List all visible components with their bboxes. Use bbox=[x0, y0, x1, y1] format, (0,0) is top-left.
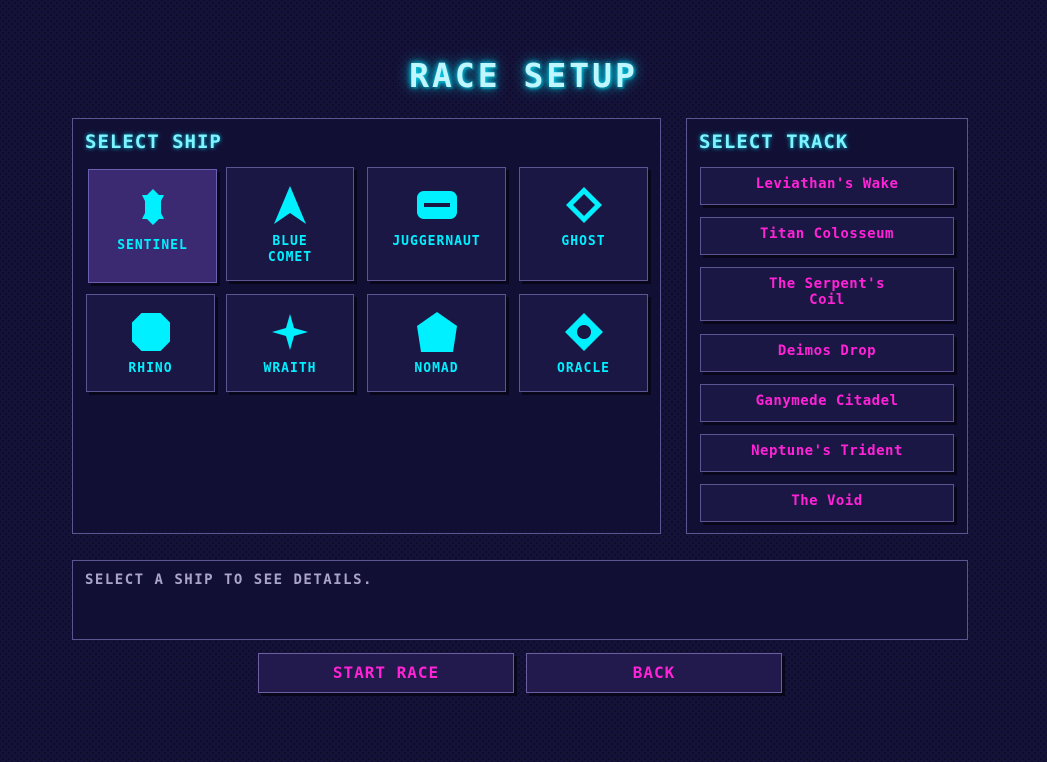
ship-card-oracle[interactable]: ORACLE bbox=[519, 294, 648, 392]
track-select-panel: SELECT TRACK Leviathan's Wake Titan Colo… bbox=[686, 118, 968, 534]
page-title: RACE SETUP bbox=[409, 56, 638, 95]
ship-card-juggernaut[interactable]: JUGGERNAUT bbox=[367, 167, 506, 281]
track-button[interactable]: The Void bbox=[700, 484, 954, 522]
sentinel-icon bbox=[89, 187, 216, 227]
pentagon-icon bbox=[368, 312, 505, 352]
ship-card-sentinel[interactable]: SENTINEL bbox=[88, 169, 217, 283]
four-point-star-icon bbox=[227, 312, 353, 352]
back-button[interactable]: BACK bbox=[526, 653, 782, 693]
track-button[interactable]: Ganymede Citadel bbox=[700, 384, 954, 422]
ship-select-panel: SELECT SHIP SENTINEL BLUE COMET JUGGERNA… bbox=[72, 118, 661, 534]
ship-card-wraith[interactable]: WRAITH bbox=[226, 294, 354, 392]
ship-name: JUGGERNAUT bbox=[392, 234, 481, 249]
ship-card-ghost[interactable]: GHOST bbox=[519, 167, 648, 281]
details-text: SELECT A SHIP TO SEE DETAILS. bbox=[85, 572, 373, 588]
track-panel-heading: SELECT TRACK bbox=[699, 131, 849, 153]
ship-name: ORACLE bbox=[557, 361, 610, 376]
ship-name: BLUE COMET bbox=[267, 234, 313, 265]
ship-card-blue-comet[interactable]: BLUE COMET bbox=[226, 167, 354, 281]
ship-name: GHOST bbox=[561, 234, 606, 249]
diamond-outline-icon bbox=[520, 185, 647, 225]
ship-name: WRAITH bbox=[263, 361, 317, 376]
track-button[interactable]: Titan Colosseum bbox=[700, 217, 954, 255]
octagon-icon bbox=[87, 312, 214, 352]
ship-card-rhino[interactable]: RHINO bbox=[86, 294, 215, 392]
ship-name: NOMAD bbox=[414, 361, 459, 376]
track-button[interactable]: The Serpent's Coil bbox=[700, 267, 954, 321]
ship-details-panel: SELECT A SHIP TO SEE DETAILS. bbox=[72, 560, 968, 640]
juggernaut-icon bbox=[368, 185, 505, 225]
track-button[interactable]: Leviathan's Wake bbox=[700, 167, 954, 205]
track-button[interactable]: Neptune's Trident bbox=[700, 434, 954, 472]
start-race-button[interactable]: START RACE bbox=[258, 653, 514, 693]
diamond-eye-icon bbox=[520, 312, 647, 352]
ship-card-nomad[interactable]: NOMAD bbox=[367, 294, 506, 392]
ship-name: RHINO bbox=[128, 361, 173, 376]
track-button[interactable]: Deimos Drop bbox=[700, 334, 954, 372]
comet-arrow-icon bbox=[227, 185, 353, 225]
ship-panel-heading: SELECT SHIP bbox=[85, 131, 222, 153]
ship-name: SENTINEL bbox=[117, 238, 188, 253]
